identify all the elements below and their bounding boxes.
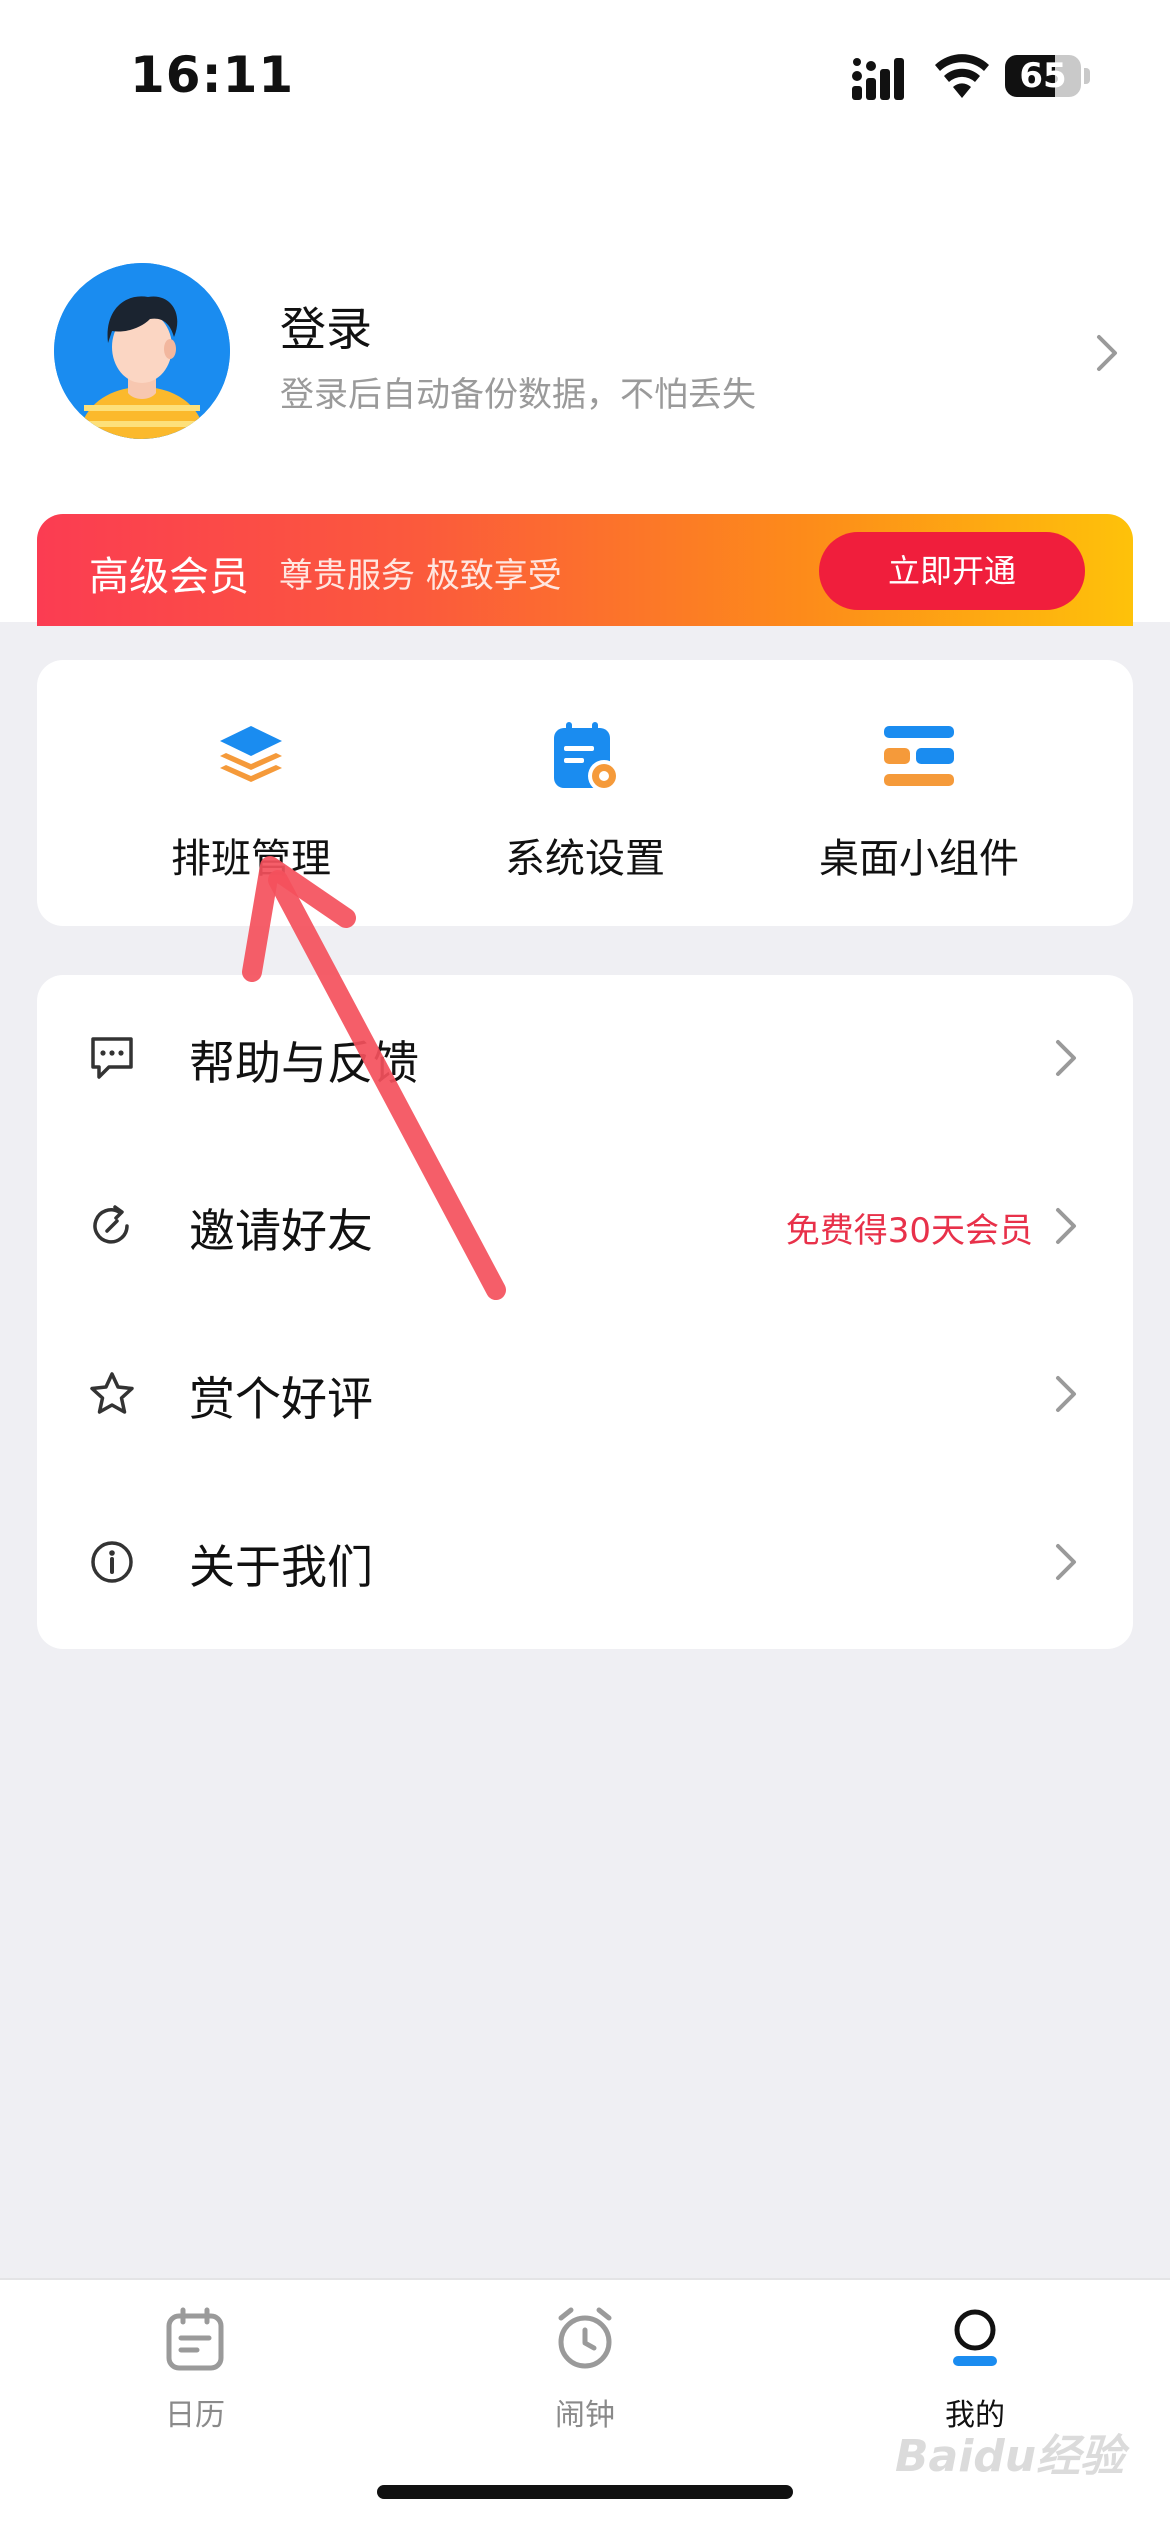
login-title: 登录 (280, 302, 372, 356)
chevron-right-icon (1056, 1208, 1076, 1244)
tab-alarm[interactable]: 闹钟 (485, 2294, 685, 2434)
annotation-arrow (242, 856, 506, 1300)
menu-label: 关于我们 (189, 1540, 373, 1594)
layers-icon (220, 726, 282, 782)
info-icon (91, 1541, 133, 1583)
tab-calendar[interactable]: 日历 (95, 2294, 295, 2434)
refresh-share-icon (93, 1205, 129, 1244)
alarm-clock-icon (558, 2307, 612, 2369)
avatar[interactable] (54, 263, 230, 439)
activate-vip-button[interactable]: 立即开通 (819, 532, 1085, 610)
message-icon (91, 1037, 133, 1079)
invite-reward-text: 免费得30天会员 (785, 1211, 1033, 1251)
vip-membership-banner[interactable]: 高级会员 尊贵服务 极致享受 立即开通 (37, 514, 1133, 626)
feature-label: 桌面小组件 (819, 836, 1019, 882)
home-indicator (377, 2485, 793, 2499)
menu-list-card: 帮助与反馈 邀请好友 免费得30天会员 赏个好评 关于我们 (37, 975, 1133, 1649)
tab-mine[interactable]: 我的 (875, 2294, 1075, 2434)
chevron-right-icon (1056, 1376, 1076, 1412)
feature-shortcuts-card: 排班管理 系统设置 桌面小组件 (37, 660, 1133, 926)
menu-item-help-feedback[interactable]: 帮助与反馈 (37, 975, 1133, 1143)
feature-desktop-widgets[interactable]: 桌面小组件 (769, 660, 1069, 926)
menu-item-about-us[interactable]: 关于我们 (37, 1479, 1133, 1647)
login-subtitle: 登录后自动备份数据，不怕丢失 (280, 375, 756, 415)
status-bar: 16:11 65 (0, 0, 1170, 150)
widgets-icon (884, 726, 954, 786)
watermark: Baidu经验 (895, 2431, 1125, 2482)
cellular-signal-icon (852, 58, 904, 100)
battery-icon: 65 (1005, 55, 1090, 97)
menu-item-rate-app[interactable]: 赏个好评 (37, 1311, 1133, 1479)
vip-slogan: 尊贵服务 极致享受 (279, 556, 562, 596)
avatar-illustration (54, 263, 230, 439)
tab-label: 闹钟 (555, 2398, 615, 2433)
vip-title: 高级会员 (89, 554, 249, 600)
profile-login-row[interactable]: 登录 登录后自动备份数据，不怕丢失 (0, 255, 1170, 445)
chevron-right-icon (1097, 335, 1117, 371)
status-time: 16:11 (130, 46, 295, 104)
chevron-right-icon (1056, 1040, 1076, 1076)
tab-label: 日历 (165, 2398, 225, 2433)
profile-icon (953, 2309, 997, 2366)
calendar-settings-icon (554, 722, 620, 792)
calendar-icon (166, 2307, 224, 2371)
menu-label: 赏个好评 (189, 1372, 373, 1426)
wifi-icon (935, 54, 989, 98)
star-icon (90, 1372, 134, 1414)
chevron-right-icon (1056, 1544, 1076, 1580)
battery-level: 65 (1019, 56, 1067, 96)
menu-item-invite-friends[interactable]: 邀请好友 免费得30天会员 (37, 1143, 1133, 1311)
